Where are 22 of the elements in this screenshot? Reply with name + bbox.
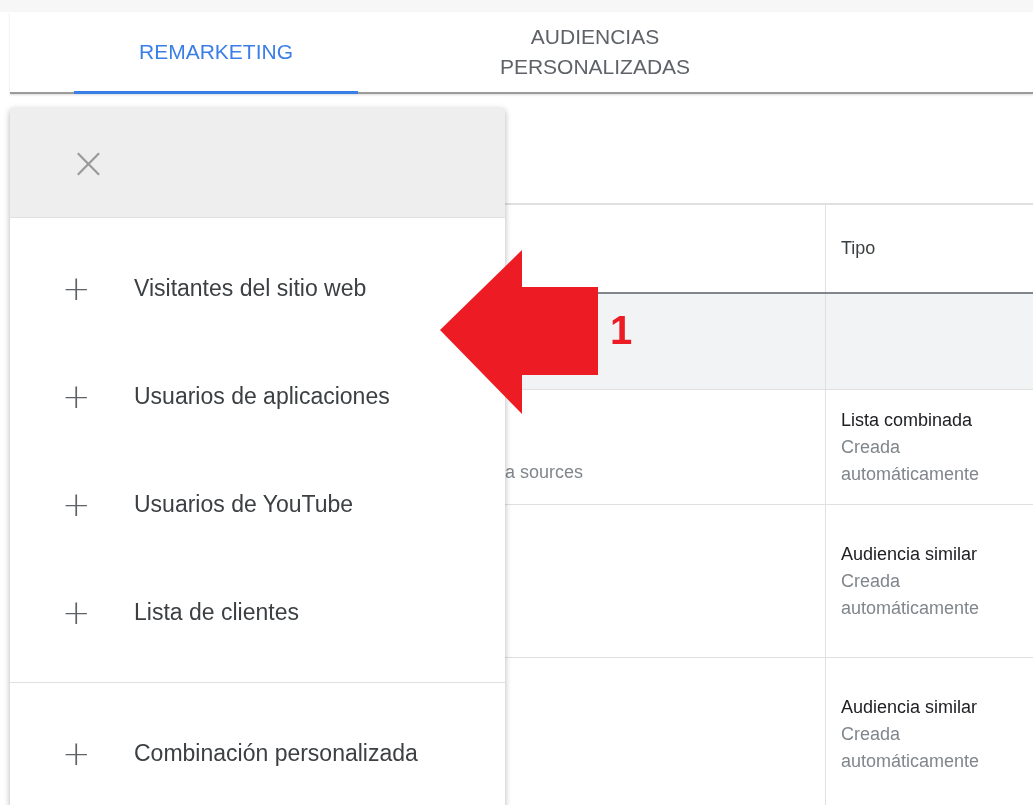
type-note: Creada automáticamente (841, 435, 981, 486)
audience-type: Audiencia similar (841, 695, 979, 719)
menu-item-label: Lista de clientes (134, 598, 299, 626)
audience-type: Audiencia similar (841, 542, 979, 566)
audience-type: Lista combinada (841, 408, 974, 432)
type-note: Creada automáticamente (841, 569, 981, 620)
tab[interactable]: REMARKETING (74, 12, 358, 94)
column-header: Tipo (841, 238, 877, 259)
arrow-icon (440, 250, 598, 414)
menu-item-label: Usuarios de aplicaciones (134, 382, 390, 410)
table-cell-text: a sources (505, 461, 585, 483)
menu-item[interactable]: + Combinación personalizada (10, 699, 426, 805)
tab[interactable]: AUDIENCIAS PERSONALIZADAS (450, 12, 740, 94)
annotation-number: 1 (610, 307, 633, 354)
menu-item[interactable]: + Usuarios de YouTube (10, 450, 362, 558)
menu-item[interactable]: + Lista de clientes (10, 558, 307, 666)
menu-item[interactable]: + Visitantes del sitio web (10, 234, 375, 342)
menu-item-label: Visitantes del sitio web (134, 274, 367, 302)
type-note: Creada automáticamente (841, 722, 981, 773)
menu-item[interactable]: + Usuarios de aplicaciones (10, 342, 398, 450)
menu-item-label: Usuarios de YouTube (134, 490, 354, 518)
menu-item-label: Combinación personalizada (134, 739, 418, 767)
